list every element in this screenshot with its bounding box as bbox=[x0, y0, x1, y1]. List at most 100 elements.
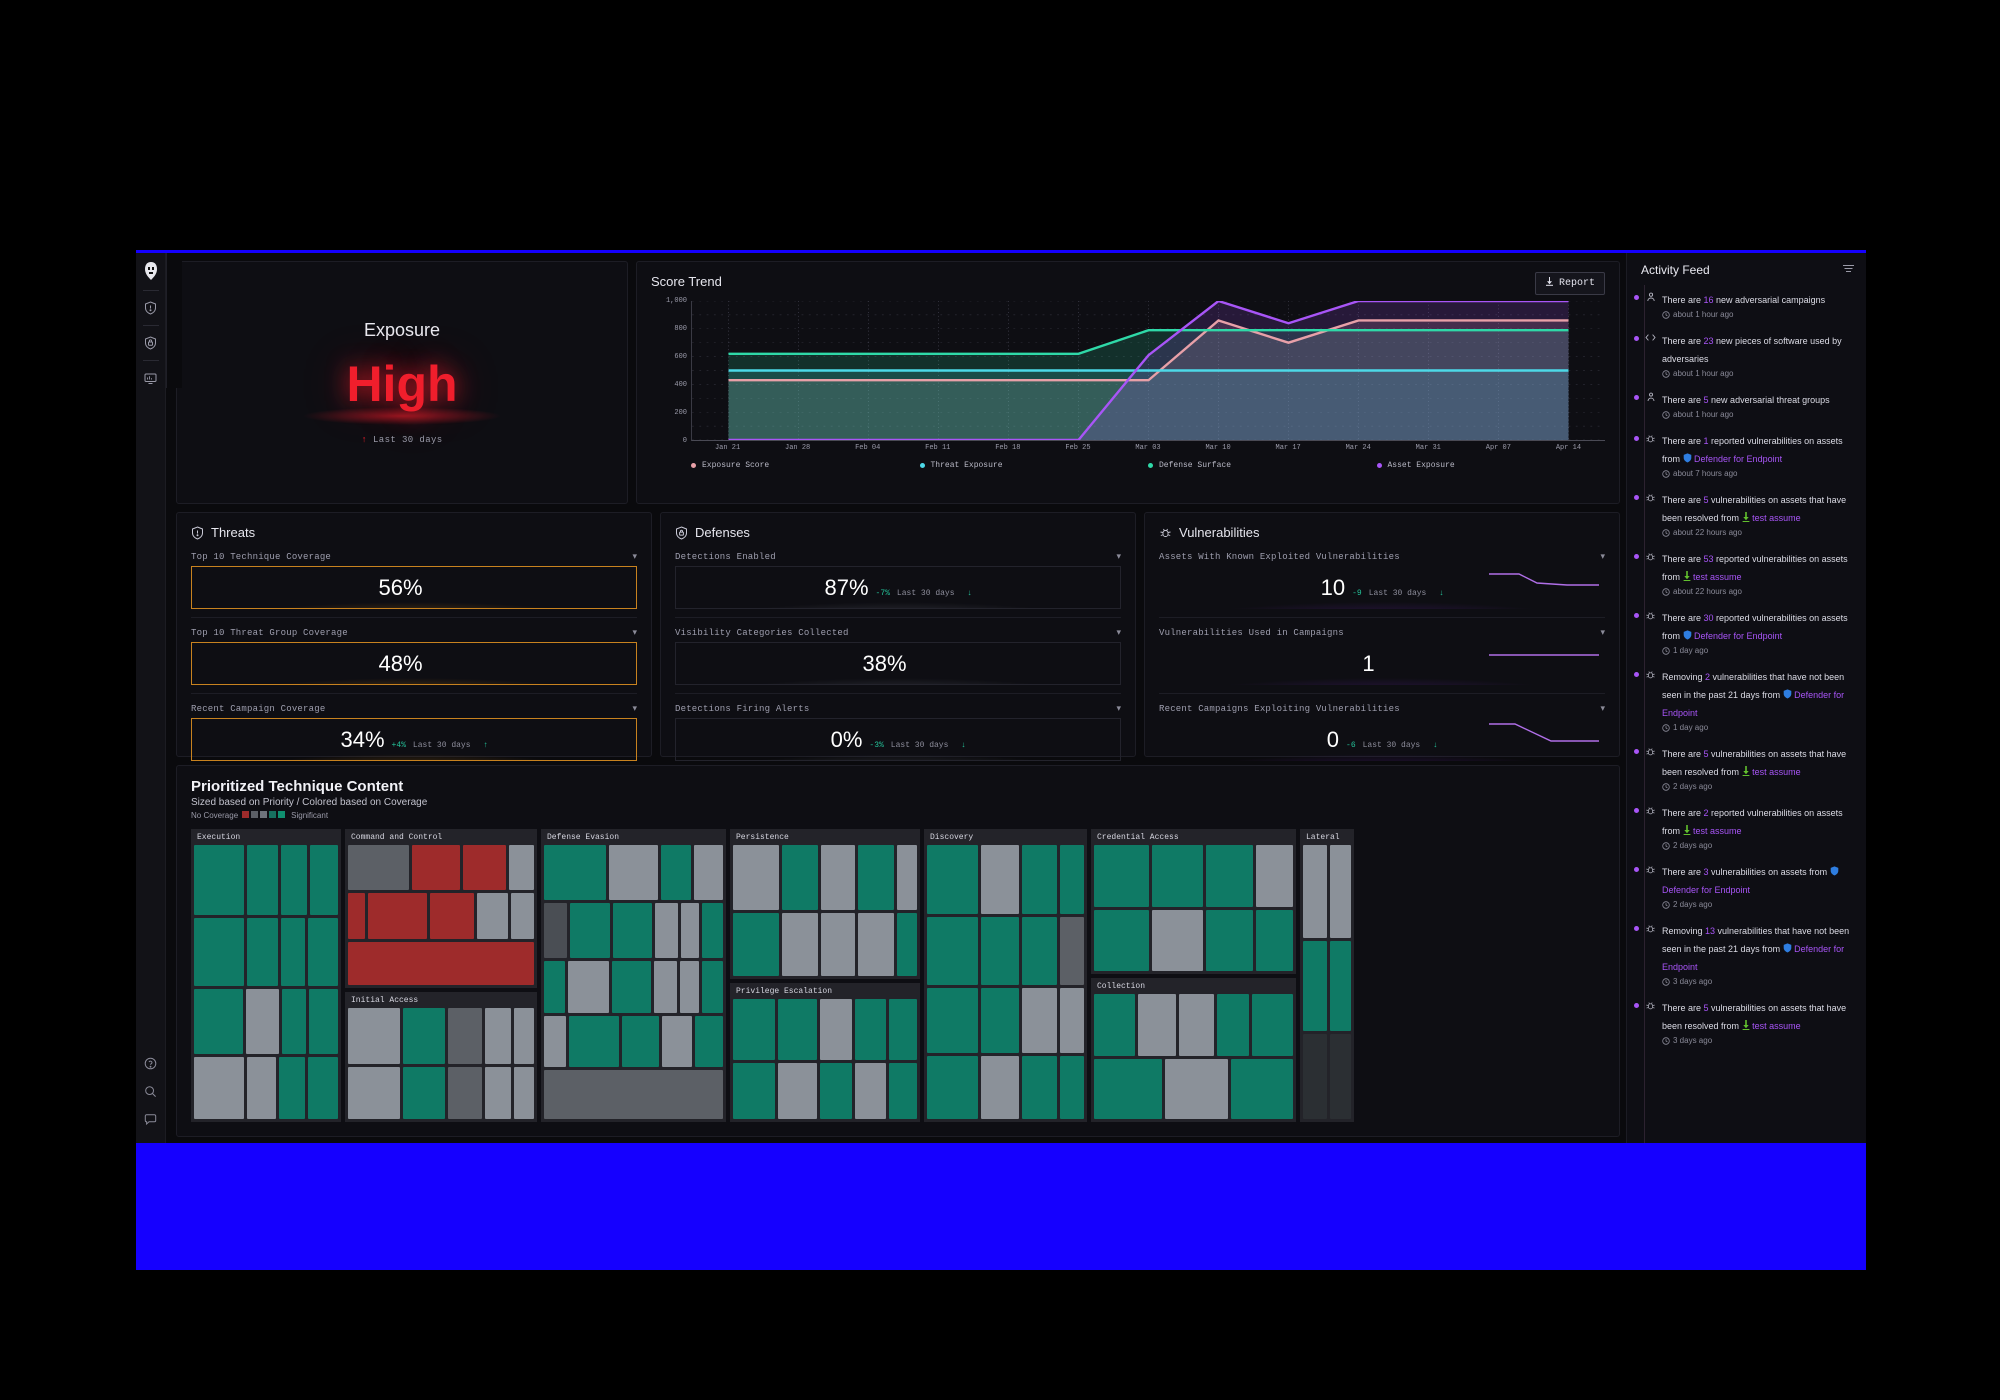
treemap-tile[interactable] bbox=[733, 913, 779, 977]
treemap-tile[interactable] bbox=[661, 1016, 692, 1068]
treemap-tile[interactable] bbox=[927, 987, 978, 1053]
treemap-tile[interactable] bbox=[733, 1062, 776, 1119]
spartan-helmet-logo[interactable] bbox=[141, 259, 161, 283]
treemap-tile[interactable] bbox=[348, 1007, 400, 1064]
treemap-tile[interactable] bbox=[448, 1007, 482, 1064]
treemap-tile[interactable] bbox=[429, 893, 475, 939]
treemap-tile[interactable] bbox=[1022, 1055, 1057, 1119]
treemap-tile[interactable] bbox=[544, 1016, 567, 1068]
treemap-tile[interactable] bbox=[544, 1070, 723, 1119]
treemap-tile[interactable] bbox=[927, 1055, 978, 1119]
chevron-down-icon[interactable]: ▾ bbox=[632, 551, 637, 562]
treemap-tile[interactable] bbox=[367, 893, 427, 939]
activity-feed-item[interactable]: There are 1 reported vulnerabilities on … bbox=[1634, 428, 1856, 487]
treemap-tactic-group[interactable]: Initial Access bbox=[345, 991, 537, 1122]
treemap-tile[interactable] bbox=[1206, 845, 1253, 908]
activity-source-link[interactable]: Defender for Endpoint bbox=[1662, 885, 1750, 895]
treemap-tile[interactable] bbox=[1231, 1058, 1294, 1119]
treemap-tile[interactable] bbox=[280, 845, 307, 915]
treemap-tile[interactable] bbox=[307, 1057, 338, 1119]
treemap-tile[interactable] bbox=[821, 913, 855, 977]
treemap-tile[interactable] bbox=[1059, 1055, 1084, 1119]
activity-feed-item[interactable]: There are 2 reported vulnerabilities on … bbox=[1634, 800, 1856, 859]
treemap-tactic-group[interactable]: Credential Access bbox=[1091, 829, 1296, 974]
legend-item[interactable]: Asset Exposure bbox=[1376, 461, 1606, 470]
treemap-tile[interactable] bbox=[412, 845, 460, 891]
treemap-tile[interactable] bbox=[702, 902, 724, 958]
treemap-tile[interactable] bbox=[612, 960, 651, 1014]
treemap-tile[interactable] bbox=[1059, 987, 1084, 1053]
treemap-tile[interactable] bbox=[1216, 993, 1250, 1056]
treemap-tile[interactable] bbox=[980, 1055, 1019, 1119]
activity-feed-item[interactable]: There are 5 vulnerabilities on assets th… bbox=[1634, 741, 1856, 800]
treemap-tile[interactable] bbox=[1022, 845, 1057, 915]
treemap-tile[interactable] bbox=[403, 1066, 445, 1119]
activity-feed-list[interactable]: There are 16 new adversarial campaigns ab… bbox=[1627, 285, 1866, 1143]
treemap-tile[interactable] bbox=[247, 917, 278, 986]
treemap-tile[interactable] bbox=[1094, 845, 1149, 908]
treemap-tile[interactable] bbox=[1303, 941, 1327, 1031]
treemap-tile[interactable] bbox=[897, 845, 917, 911]
treemap-tile[interactable] bbox=[403, 1007, 445, 1064]
treemap-tile[interactable] bbox=[702, 960, 723, 1014]
treemap-tile[interactable] bbox=[1256, 910, 1293, 971]
activity-source-link[interactable]: test assume bbox=[1752, 1021, 1801, 1031]
legend-item[interactable]: Exposure Score bbox=[691, 461, 920, 470]
treemap-tile[interactable] bbox=[655, 902, 678, 958]
treemap-tile[interactable] bbox=[622, 1016, 659, 1068]
treemap-tile[interactable] bbox=[544, 902, 567, 958]
treemap-tile[interactable] bbox=[608, 845, 658, 900]
treemap-tile[interactable] bbox=[514, 1066, 534, 1119]
treemap-tile[interactable] bbox=[544, 845, 606, 900]
sidebar-item-defenses[interactable] bbox=[140, 332, 162, 354]
treemap-tile[interactable] bbox=[245, 988, 279, 1055]
activity-source-link[interactable]: test assume bbox=[1752, 513, 1801, 523]
treemap-tile[interactable] bbox=[897, 913, 917, 977]
treemap-tile[interactable] bbox=[569, 902, 611, 958]
treemap-tile[interactable] bbox=[1059, 917, 1084, 985]
sidebar-item-reports[interactable] bbox=[140, 367, 162, 389]
treemap-tile[interactable] bbox=[782, 845, 818, 911]
treemap-tactic-group[interactable]: Collection bbox=[1091, 977, 1296, 1122]
treemap-tactic-group[interactable]: Privilege Escalation bbox=[730, 983, 920, 1122]
treemap-tile[interactable] bbox=[1179, 993, 1214, 1056]
treemap-tile[interactable] bbox=[819, 1062, 853, 1119]
treemap-tile[interactable] bbox=[980, 917, 1019, 985]
treemap-tile[interactable] bbox=[778, 999, 817, 1060]
activity-feed-item[interactable]: Removing 13 vulnerabilities that have no… bbox=[1634, 918, 1856, 995]
help-circle-icon[interactable] bbox=[140, 1052, 162, 1074]
treemap-tile[interactable] bbox=[680, 960, 699, 1014]
treemap-tile[interactable] bbox=[858, 913, 894, 977]
activity-source-link[interactable]: Defender for Endpoint bbox=[1694, 454, 1782, 464]
treemap-tile[interactable] bbox=[888, 999, 918, 1060]
activity-source-link[interactable]: Defender for Endpoint bbox=[1694, 631, 1782, 641]
treemap-tile[interactable] bbox=[280, 917, 305, 986]
activity-source-link[interactable]: test assume bbox=[1752, 767, 1801, 777]
chevron-down-icon[interactable]: ▾ bbox=[1116, 551, 1121, 562]
treemap-tile[interactable] bbox=[888, 1062, 918, 1119]
treemap-tile[interactable] bbox=[309, 845, 338, 915]
treemap-tile[interactable] bbox=[348, 845, 410, 891]
treemap-tactic-group[interactable]: Defense Evasion bbox=[541, 829, 726, 1122]
activity-feed-item[interactable]: Removing 2 vulnerabilities that have not… bbox=[1634, 664, 1856, 741]
chevron-down-icon[interactable]: ▾ bbox=[1116, 703, 1121, 714]
treemap-tile[interactable] bbox=[1303, 845, 1327, 939]
treemap-tile[interactable] bbox=[694, 1016, 724, 1068]
treemap-tile[interactable] bbox=[927, 917, 978, 985]
treemap-tile[interactable] bbox=[661, 845, 691, 900]
treemap-tile[interactable] bbox=[1152, 845, 1203, 908]
treemap-tile[interactable] bbox=[1206, 910, 1253, 971]
treemap-tile[interactable] bbox=[693, 845, 723, 900]
treemap-tile[interactable] bbox=[568, 960, 609, 1014]
treemap-tile[interactable] bbox=[348, 1066, 400, 1119]
treemap-tile[interactable] bbox=[855, 999, 886, 1060]
treemap-tile[interactable] bbox=[980, 987, 1019, 1053]
treemap-tile[interactable] bbox=[247, 845, 278, 915]
treemap-tile[interactable] bbox=[680, 902, 700, 958]
treemap-tile[interactable] bbox=[348, 893, 365, 939]
treemap-tile[interactable] bbox=[858, 845, 894, 911]
treemap-tile[interactable] bbox=[821, 845, 855, 911]
treemap-tile[interactable] bbox=[1329, 845, 1351, 939]
treemap-tile[interactable] bbox=[819, 999, 853, 1060]
treemap-tile[interactable] bbox=[1059, 845, 1084, 915]
